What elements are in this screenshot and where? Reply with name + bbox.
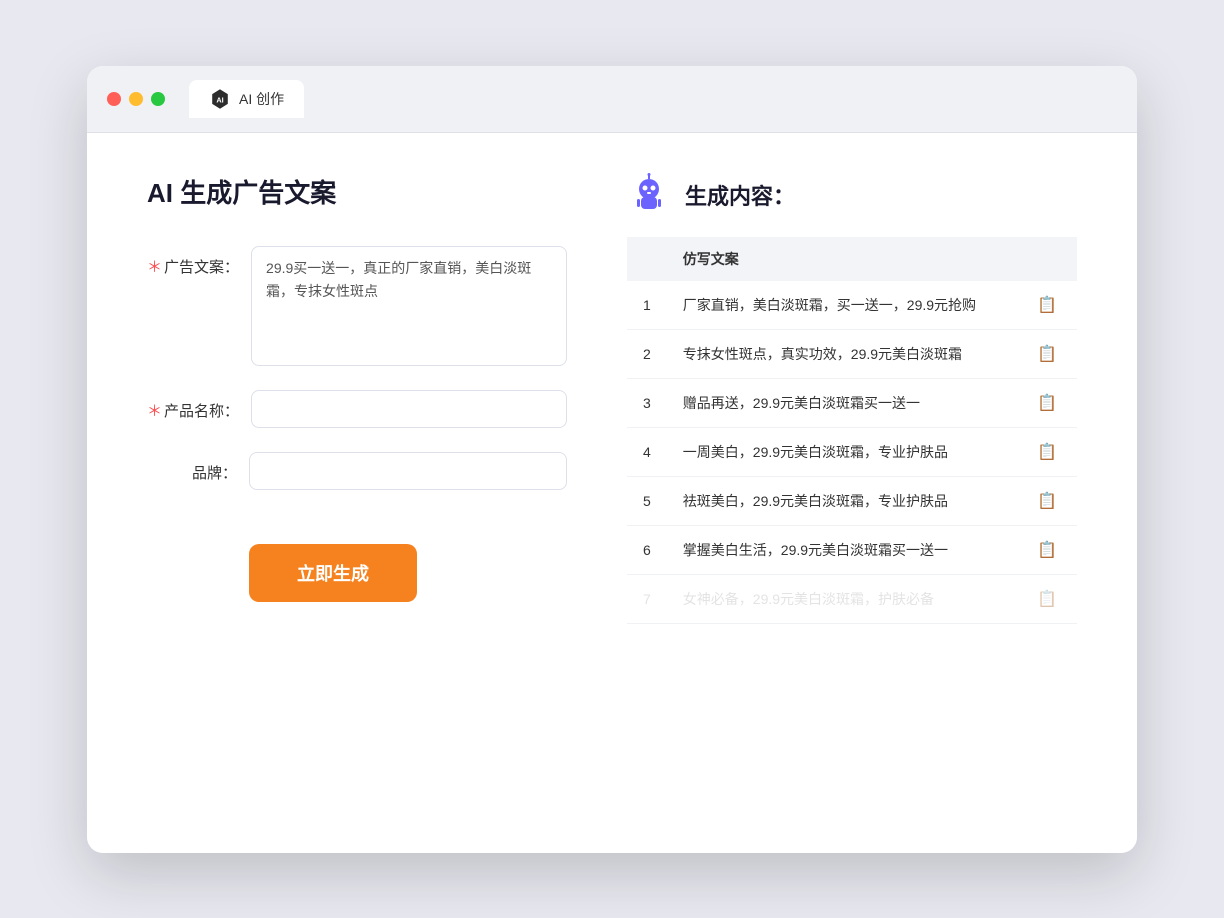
brand-label: 品牌： [147,452,237,483]
col-action-header [1017,237,1077,281]
table-row: 5祛斑美白，29.9元美白淡斑霜，专业护肤品 📋 [627,476,1077,525]
ad-copy-required: ＊ [147,259,162,276]
close-button[interactable] [107,92,121,106]
table-row: 3赠品再送，29.9元美白淡斑霜买一送一 📋 [627,378,1077,427]
row-text: 赠品再送，29.9元美白淡斑霜买一送一 [667,378,1017,427]
row-number: 2 [627,329,667,378]
minimize-button[interactable] [129,92,143,106]
generate-button[interactable]: 立即生成 [249,544,417,602]
row-text: 掌握美白生活，29.9元美白淡斑霜买一送一 [667,525,1017,574]
copy-icon[interactable]: 📋 [1033,391,1061,416]
row-copy-action[interactable]: 📋 [1017,378,1077,427]
page-title: AI 生成广告文案 [147,173,567,210]
product-name-input[interactable]: 美白淡斑霜 [251,390,567,428]
row-text: 一周美白，29.9元美白淡斑霜，专业护肤品 [667,427,1017,476]
product-name-required: ＊ [147,403,162,420]
row-copy-action[interactable]: 📋 [1017,329,1077,378]
row-text: 厂家直销，美白淡斑霜，买一送一，29.9元抢购 [667,281,1017,330]
col-num-header [627,237,667,281]
row-number: 7 [627,574,667,623]
tab-label: AI 创作 [239,89,284,109]
row-number: 3 [627,378,667,427]
left-panel: AI 生成广告文案 ＊广告文案： 29.9买一送一，真正的厂家直销，美白淡斑霜，… [147,173,567,813]
results-table: 仿写文案 1厂家直销，美白淡斑霜，买一送一，29.9元抢购📋2专抹女性斑点，真实… [627,237,1077,624]
col-text-header: 仿写文案 [667,237,1017,281]
row-copy-action[interactable]: 📋 [1017,476,1077,525]
browser-window: AI AI 创作 AI 生成广告文案 ＊广告文案： 29.9买一送一，真正的厂家… [87,66,1137,853]
copy-icon[interactable]: 📋 [1033,440,1061,465]
row-text: 女神必备，29.9元美白淡斑霜，护肤必备 [667,574,1017,623]
row-copy-action[interactable]: 📋 [1017,525,1077,574]
product-name-group: ＊产品名称： 美白淡斑霜 [147,390,567,428]
results-title: 生成内容： [685,179,795,211]
ad-copy-label: ＊广告文案： [147,246,239,277]
copy-icon[interactable]: 📋 [1033,342,1061,367]
brand-input[interactable]: 好白 [249,452,567,490]
copy-icon[interactable]: 📋 [1033,538,1061,563]
browser-content: AI 生成广告文案 ＊广告文案： 29.9买一送一，真正的厂家直销，美白淡斑霜，… [87,133,1137,853]
row-copy-action[interactable]: 📋 [1017,281,1077,330]
table-row: 1厂家直销，美白淡斑霜，买一送一，29.9元抢购 📋 [627,281,1077,330]
right-panel: 生成内容： 仿写文案 1厂家直销，美白淡斑霜，买一送一，29.9元抢购📋2专抹女… [627,173,1077,813]
table-row: 2专抹女性斑点，真实功效，29.9元美白淡斑霜 📋 [627,329,1077,378]
product-name-label: ＊产品名称： [147,390,239,421]
ai-tab-icon: AI [209,88,231,110]
copy-icon[interactable]: 📋 [1033,293,1061,318]
ad-copy-input[interactable]: 29.9买一送一，真正的厂家直销，美白淡斑霜，专抹女性斑点 [251,246,567,366]
robot-icon [627,173,671,217]
row-text: 专抹女性斑点，真实功效，29.9元美白淡斑霜 [667,329,1017,378]
row-number: 1 [627,281,667,330]
ad-copy-group: ＊广告文案： 29.9买一送一，真正的厂家直销，美白淡斑霜，专抹女性斑点 [147,246,567,366]
maximize-button[interactable] [151,92,165,106]
table-row: 6掌握美白生活，29.9元美白淡斑霜买一送一 📋 [627,525,1077,574]
row-copy-action[interactable]: 📋 [1017,427,1077,476]
copy-icon[interactable]: 📋 [1033,489,1061,514]
row-copy-action[interactable]: 📋 [1017,574,1077,623]
table-row: 7女神必备，29.9元美白淡斑霜，护肤必备 📋 [627,574,1077,623]
traffic-lights [107,92,165,106]
browser-titlebar: AI AI 创作 [87,66,1137,133]
ai-creation-tab[interactable]: AI AI 创作 [189,80,304,118]
row-number: 6 [627,525,667,574]
copy-icon[interactable]: 📋 [1033,587,1061,612]
table-header-row: 仿写文案 [627,237,1077,281]
row-text: 祛斑美白，29.9元美白淡斑霜，专业护肤品 [667,476,1017,525]
row-number: 4 [627,427,667,476]
svg-text:AI: AI [216,95,223,104]
row-number: 5 [627,476,667,525]
brand-group: 品牌： 好白 [147,452,567,490]
table-row: 4一周美白，29.9元美白淡斑霜，专业护肤品 📋 [627,427,1077,476]
results-header: 生成内容： [627,173,1077,217]
